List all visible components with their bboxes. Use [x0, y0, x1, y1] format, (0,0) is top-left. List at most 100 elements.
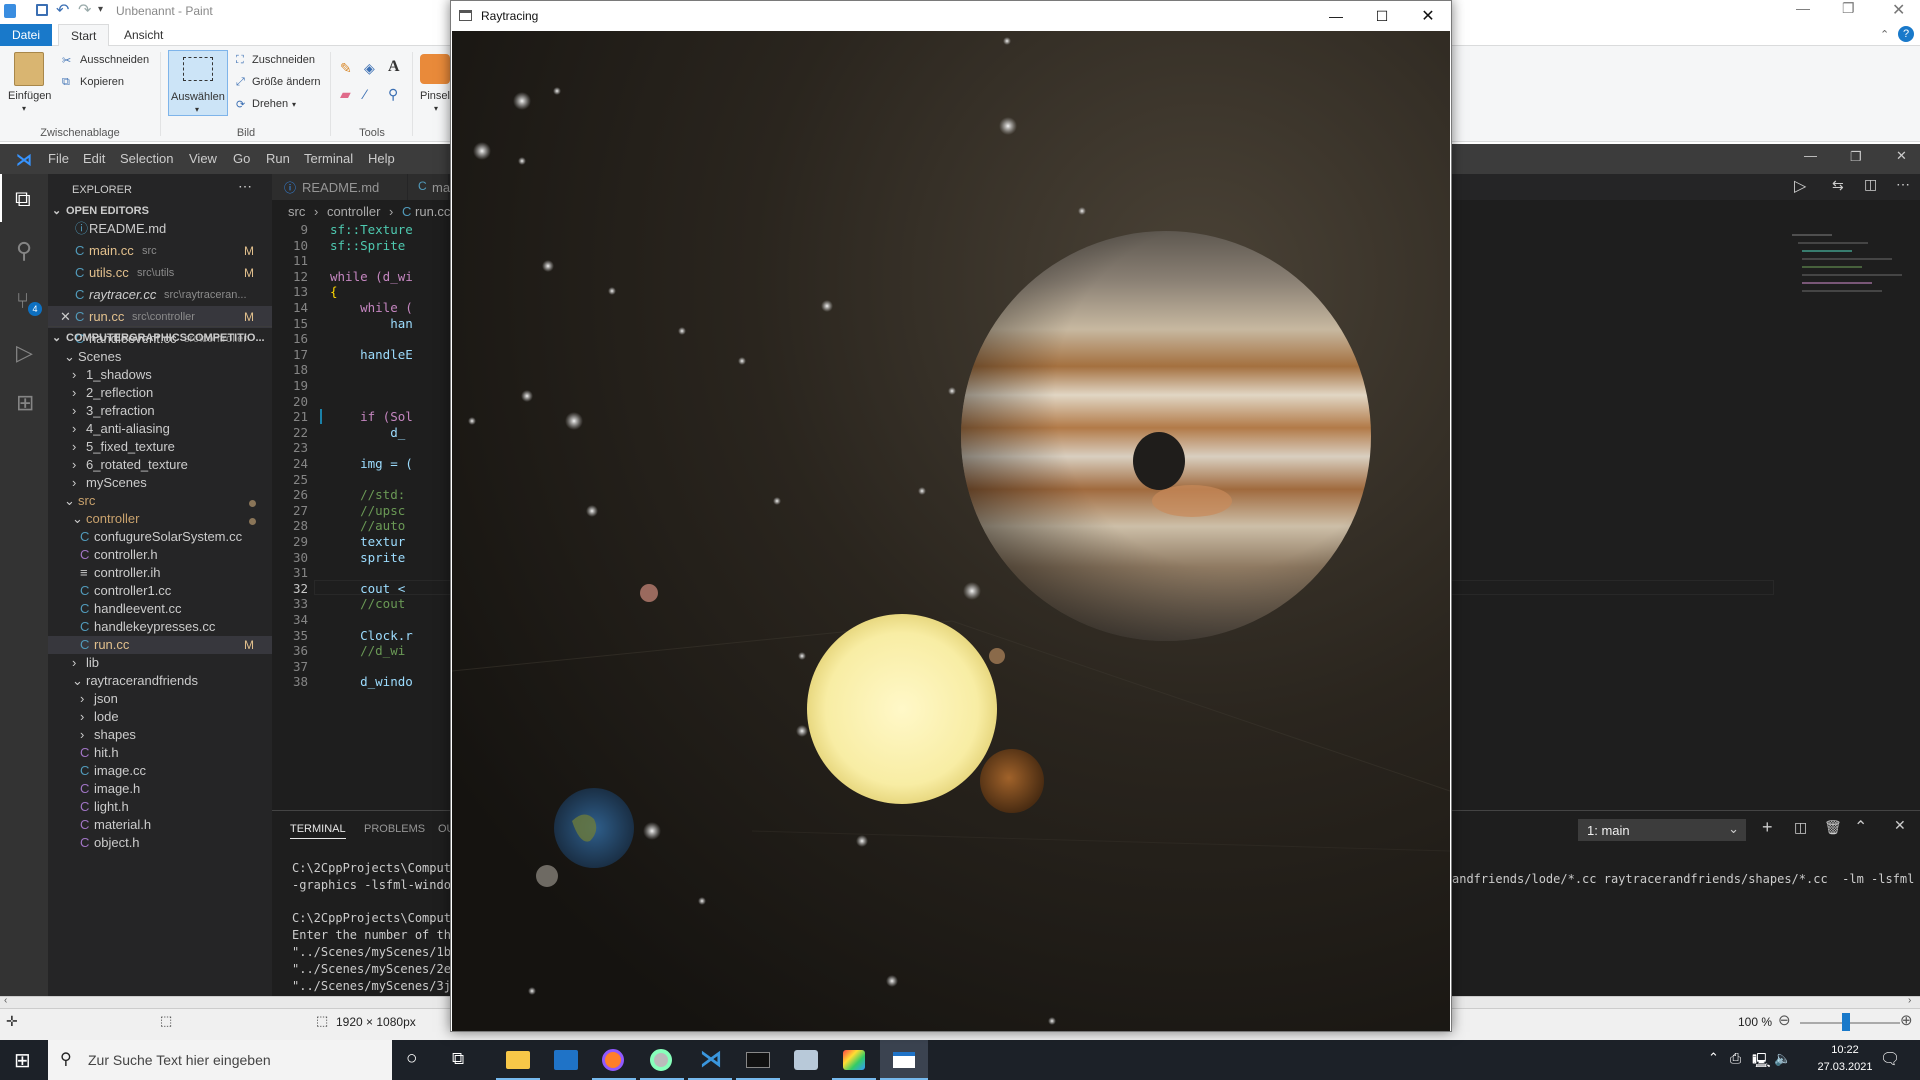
raytracing-titlebar[interactable]: Raytracing — ☐ ✕ [451, 1, 1451, 31]
terminal-taskbar-button[interactable] [736, 1040, 780, 1080]
vscode-close-button[interactable]: ✕ [1896, 148, 1907, 164]
tree-folder[interactable]: ⌄ src [48, 492, 272, 510]
close-icon[interactable]: ✕ [60, 306, 71, 328]
paste-icon[interactable] [14, 52, 44, 86]
extensions-icon[interactable]: ⊞ [16, 390, 34, 416]
run-code-icon[interactable]: ▷ [1794, 176, 1806, 196]
split-editor-icon[interactable]: ◫ [1864, 176, 1877, 193]
tab-problems[interactable]: PROBLEMS [364, 823, 425, 835]
windows-start-icon[interactable]: ⊞ [14, 1048, 31, 1073]
rotate-button[interactable]: Drehen [252, 98, 288, 110]
more-actions-icon[interactable]: ⋯ [238, 178, 252, 195]
clock-time[interactable]: 10:22 [1820, 1044, 1870, 1056]
tree-folder[interactable]: › myScenes [48, 474, 272, 492]
raytracing-close-button[interactable]: ✕ [1405, 1, 1451, 31]
raytracing-maximize-button[interactable]: ☐ [1359, 1, 1405, 31]
tree-folder[interactable]: › 5_fixed_texture [48, 438, 272, 456]
clock-date[interactable]: 27.03.2021 [1812, 1061, 1878, 1073]
open-editor-item[interactable]: ⓘ README.md [48, 218, 272, 240]
app-taskbar-button[interactable] [784, 1040, 828, 1080]
tree-folder[interactable]: › shapes [48, 726, 272, 744]
scroll-left-icon[interactable]: ‹ [4, 995, 7, 1006]
network-icon[interactable]: 🖳 [1752, 1050, 1771, 1074]
select-button[interactable]: Auswählen ▾ [168, 50, 228, 116]
brushes-button[interactable]: Pinsel [420, 90, 450, 102]
brushes-icon[interactable] [420, 54, 450, 84]
quick-access-dropdown-icon[interactable]: ▾ [98, 4, 103, 15]
tree-file[interactable]: Ccontroller.h [48, 546, 272, 564]
tree-file[interactable]: CconfugureSolarSystem.cc [48, 528, 272, 546]
tree-file[interactable]: ≡ controller.ih [48, 564, 272, 582]
tree-file[interactable]: Chandleevent.cc [48, 600, 272, 618]
paste-button[interactable]: Einfügen [8, 90, 51, 102]
tree-folder[interactable]: › lib [48, 654, 272, 672]
paste-dropdown-icon[interactable]: ▾ [22, 104, 26, 113]
raytracing-taskbar-button[interactable] [880, 1040, 928, 1080]
tree-file[interactable]: Cimage.h [48, 780, 272, 798]
eraser-icon[interactable]: ▰ [340, 86, 351, 103]
terminal-selector[interactable]: 1: main ⌄ [1578, 819, 1746, 841]
tree-folder[interactable]: › 4_anti-aliasing [48, 420, 272, 438]
volume-icon[interactable]: 🔈 [1774, 1050, 1791, 1067]
tree-folder[interactable]: › json [48, 690, 272, 708]
help-icon[interactable]: ? [1898, 26, 1914, 42]
menu-view[interactable]: View [189, 151, 217, 166]
cut-button[interactable]: Ausschneiden [80, 54, 149, 66]
vscode-minimize-button[interactable]: — [1804, 148, 1817, 163]
ribbon-collapse-icon[interactable]: ⌃ [1880, 28, 1889, 41]
trash-icon[interactable]: 🗑 [1824, 819, 1842, 836]
pencil-icon[interactable]: ✎ [340, 60, 352, 77]
crop-button[interactable]: Zuschneiden [252, 54, 315, 66]
tree-file[interactable]: Ccontroller1.cc [48, 582, 272, 600]
tab-datei[interactable]: Datei [0, 24, 53, 46]
breadcrumb-file[interactable]: run.cc [415, 204, 450, 219]
zoom-in-button[interactable]: ⊕ [1900, 1011, 1913, 1029]
color-picker-icon[interactable]: ⁄ [364, 86, 366, 102]
tray-chevron-up-icon[interactable]: ⌃ [1708, 1050, 1719, 1066]
scroll-right-icon[interactable]: › [1908, 995, 1911, 1006]
new-terminal-icon[interactable]: + [1762, 817, 1773, 838]
vscode-taskbar-button[interactable]: ⋊ [688, 1040, 732, 1080]
menu-go[interactable]: Go [233, 151, 250, 166]
search-icon[interactable]: ⚲ [16, 238, 32, 264]
chrome-taskbar-button[interactable] [640, 1040, 684, 1080]
save-icon[interactable] [36, 4, 48, 16]
tab-ansicht[interactable]: Ansicht [112, 24, 175, 46]
menu-edit[interactable]: Edit [83, 151, 105, 166]
project-header[interactable]: ⌄ COMPUTERGRAPHICSCOMPETITIO... [48, 326, 272, 348]
resize-button[interactable]: Größe ändern [252, 76, 320, 88]
undo-icon[interactable]: ↶ [56, 0, 69, 20]
paint-minimize-button[interactable]: — [1796, 0, 1810, 16]
render-canvas[interactable] [452, 31, 1450, 1031]
tree-file[interactable]: Cmaterial.h [48, 816, 272, 834]
editor-more-icon[interactable]: ⋯ [1896, 176, 1910, 193]
brushes-dropdown-icon[interactable]: ▾ [434, 104, 438, 113]
open-editor-item[interactable]: ✕ Crun.cc src\controller M [48, 306, 272, 328]
tree-folder[interactable]: ⌄ Scenes [48, 348, 272, 366]
explorer-icon[interactable]: ⧉ [15, 186, 31, 212]
tree-file[interactable]: Cimage.cc [48, 762, 272, 780]
tab-readme[interactable]: ⓘ README.md [272, 174, 408, 200]
open-editor-item[interactable]: Cutils.cc src\utils M [48, 262, 272, 284]
tree-folder[interactable]: › lode [48, 708, 272, 726]
minimap[interactable] [1792, 230, 1904, 320]
redo-icon[interactable]: ↷ [78, 0, 91, 20]
firefox-taskbar-button[interactable] [592, 1040, 636, 1080]
raytracing-minimize-button[interactable]: — [1313, 1, 1359, 31]
tree-folder[interactable]: › 2_reflection [48, 384, 272, 402]
notifications-icon[interactable]: 🗨 [1880, 1049, 1900, 1069]
tray-device-icon[interactable]: ⎙ [1730, 1050, 1741, 1067]
paint-taskbar-button[interactable] [832, 1040, 876, 1080]
maximize-panel-icon[interactable]: ⌃ [1854, 817, 1867, 837]
tree-folder[interactable]: ⌄ raytracerandfriends [48, 672, 272, 690]
compare-changes-icon[interactable]: ⇆ [1832, 177, 1844, 194]
rotate-dropdown-icon[interactable]: ▾ [292, 100, 296, 109]
open-editor-item[interactable]: Cmain.cc src M [48, 240, 272, 262]
taskbar-search-box[interactable]: ⚲ Zur Suche Text hier eingeben [48, 1040, 392, 1080]
breadcrumb-src[interactable]: src [288, 204, 305, 219]
file-explorer-taskbar-button[interactable] [496, 1040, 540, 1080]
outlook-taskbar-button[interactable] [544, 1040, 588, 1080]
tree-folder[interactable]: › 1_shadows [48, 366, 272, 384]
menu-run[interactable]: Run [266, 151, 290, 166]
paint-restore-button[interactable]: ❐ [1842, 0, 1855, 17]
